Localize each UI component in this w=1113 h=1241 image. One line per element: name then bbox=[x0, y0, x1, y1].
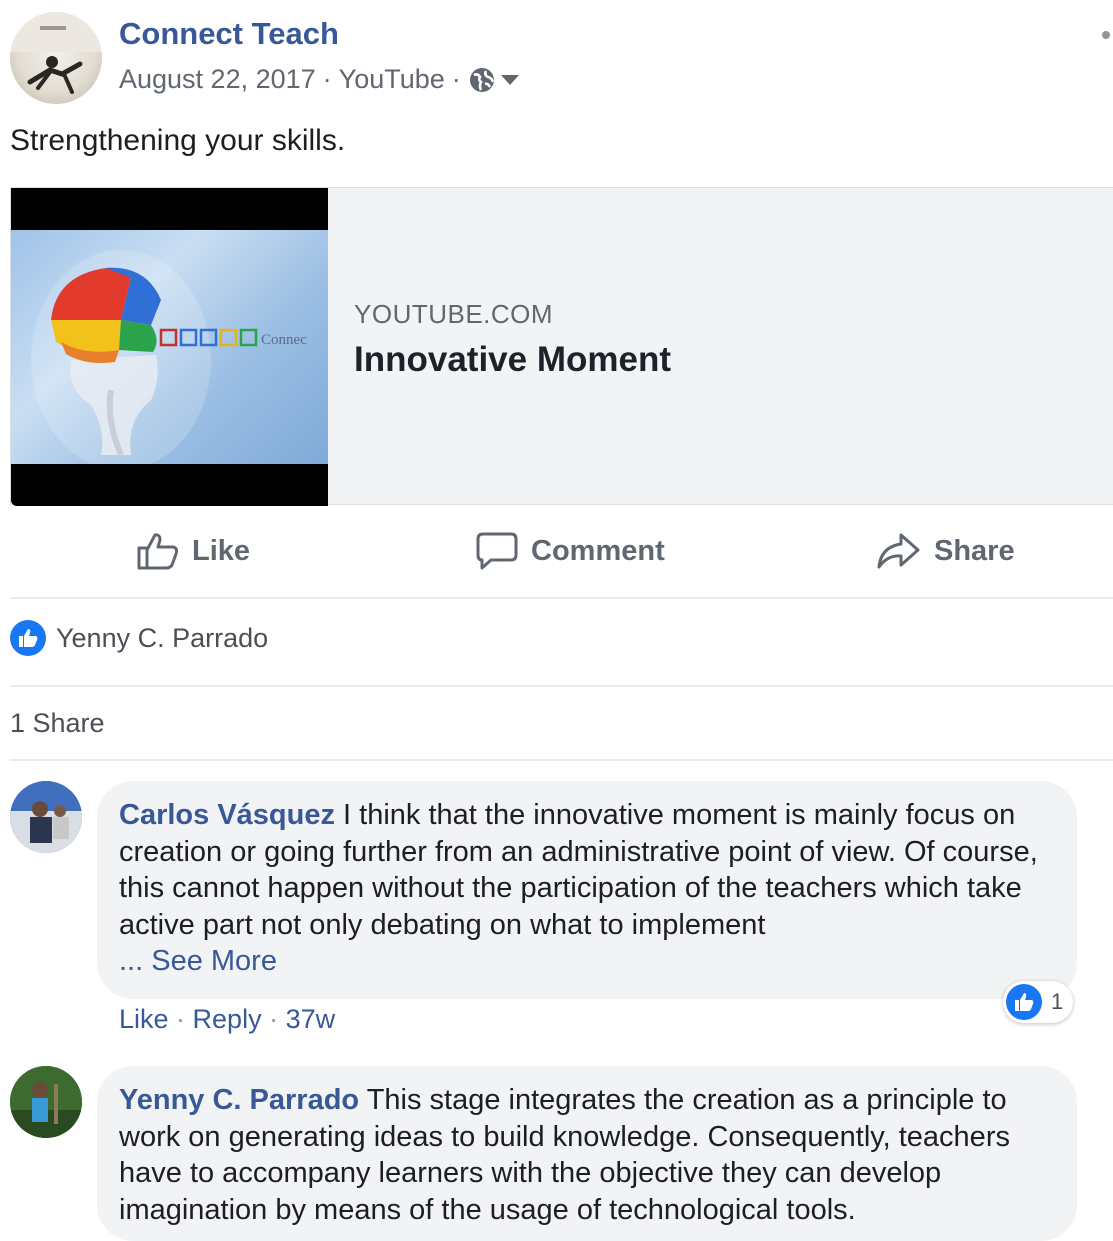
reactor-name[interactable]: Yenny C. Parrado bbox=[56, 623, 268, 654]
share-button-label: Share bbox=[934, 534, 1015, 567]
commenter-avatar[interactable] bbox=[10, 1066, 82, 1138]
globe-icon[interactable] bbox=[468, 66, 496, 94]
thumbnail-image: Connec bbox=[11, 230, 328, 470]
thumbnail-logo-text: Connec bbox=[261, 332, 307, 348]
comment-button[interactable]: Comment bbox=[475, 505, 665, 597]
meta-separator: · bbox=[322, 64, 332, 94]
comment-reply-link[interactable]: Reply bbox=[193, 1004, 262, 1034]
link-preview-card[interactable]: Connec YOUTUBE.COM Innovative Moment bbox=[10, 187, 1113, 506]
comment-actions: Like · Reply · 37w bbox=[119, 1004, 335, 1035]
more-icon[interactable] bbox=[1100, 28, 1112, 46]
comment-author-link[interactable]: Yenny C. Parrado bbox=[119, 1084, 359, 1116]
like-icon bbox=[136, 531, 192, 571]
meta-separator: · bbox=[451, 64, 461, 94]
comment-reaction-count[interactable]: 1 bbox=[1003, 981, 1074, 1023]
comment-author-link[interactable]: Carlos Vásquez bbox=[119, 799, 335, 831]
like-reaction-icon bbox=[10, 620, 46, 656]
comment-like-link[interactable]: Like bbox=[119, 1004, 169, 1034]
post-caption: Strengthening your skills. bbox=[10, 124, 346, 157]
commenter-avatar[interactable] bbox=[10, 781, 82, 853]
post-action-bar: Like Comment Share bbox=[10, 505, 1113, 599]
link-title[interactable]: Innovative Moment bbox=[354, 340, 671, 380]
divider bbox=[10, 759, 1113, 761]
reaction-summary[interactable]: Yenny C. Parrado bbox=[10, 620, 268, 656]
reaction-count: 1 bbox=[1051, 989, 1064, 1014]
comment-bubble: Carlos Vásquez I think that the innovati… bbox=[97, 781, 1077, 999]
link-domain: YOUTUBE.COM bbox=[354, 299, 554, 329]
like-reaction-icon bbox=[1006, 984, 1042, 1020]
comment-icon bbox=[475, 531, 531, 571]
caret-down-icon[interactable] bbox=[500, 74, 520, 86]
comment-button-label: Comment bbox=[531, 534, 665, 567]
like-button-label: Like bbox=[192, 534, 251, 567]
video-thumbnail[interactable]: Connec bbox=[11, 188, 328, 506]
separator: · bbox=[269, 1004, 286, 1034]
comment-timestamp[interactable]: 37w bbox=[286, 1004, 336, 1034]
post-source[interactable]: YouTube bbox=[339, 64, 445, 95]
post-date[interactable]: August 22, 2017 bbox=[119, 64, 316, 95]
post-author-link[interactable]: Connect Teach bbox=[119, 16, 339, 52]
separator: · bbox=[176, 1004, 193, 1034]
post-meta: August 22, 2017 · YouTube · bbox=[119, 64, 520, 95]
comment-bubble: Yenny C. Parrado This stage integrates t… bbox=[97, 1066, 1077, 1241]
see-more-link[interactable]: ... See More bbox=[119, 945, 277, 977]
like-button[interactable]: Like bbox=[136, 505, 250, 597]
share-button[interactable]: Share bbox=[876, 505, 1015, 597]
share-icon bbox=[876, 531, 934, 571]
share-count[interactable]: 1 Share bbox=[10, 708, 105, 739]
divider bbox=[10, 685, 1113, 687]
page-avatar[interactable] bbox=[10, 12, 102, 104]
